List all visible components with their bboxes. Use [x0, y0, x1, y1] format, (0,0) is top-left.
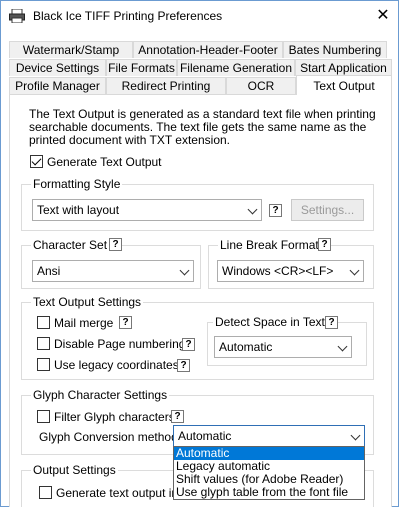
- preferences-window: Black Ice TIFF Printing Preferences ✕ Wa…: [0, 0, 399, 507]
- disable-page-numbering-checkbox[interactable]: [37, 337, 50, 350]
- legacy-coordinates-help-icon[interactable]: ?: [177, 359, 190, 372]
- filter-glyph-checkbox[interactable]: [37, 410, 50, 423]
- window-title: Black Ice TIFF Printing Preferences: [33, 9, 223, 23]
- generate-text-output-label: Generate Text Output: [47, 155, 162, 169]
- tab-bates-numbering[interactable]: Bates Numbering: [283, 41, 387, 58]
- formatting-style-value: Text with layout: [37, 203, 120, 217]
- disable-page-numbering-label: Disable Page numbering: [54, 337, 186, 351]
- mail-merge-label: Mail merge: [54, 316, 114, 330]
- tab-start-application[interactable]: Start Application: [295, 59, 392, 76]
- tab-file-formats[interactable]: File Formats: [106, 59, 177, 76]
- text-output-settings-title: Text Output Settings: [31, 295, 144, 309]
- character-set-select[interactable]: Ansi: [32, 260, 194, 282]
- chevron-down-icon: [179, 265, 190, 276]
- line-break-value: Windows <CR><LF>: [222, 264, 334, 278]
- glyph-conversion-value: Automatic: [178, 429, 232, 443]
- mail-merge-checkbox[interactable]: [37, 316, 50, 329]
- character-set-title: Character Set: [31, 238, 110, 252]
- chevron-down-icon: [349, 265, 360, 276]
- tab-annotation-header-footer[interactable]: Annotation-Header-Footer: [133, 41, 283, 58]
- formatting-style-select[interactable]: Text with layout: [32, 199, 262, 221]
- formatting-help-icon[interactable]: ?: [269, 204, 282, 217]
- detect-space-select[interactable]: Automatic: [214, 336, 352, 358]
- glyph-settings-title: Glyph Character Settings: [31, 388, 170, 402]
- glyph-conversion-dropdown: Automatic Legacy automatic Shift values …: [173, 446, 365, 500]
- line-break-title: Line Break Format: [218, 238, 321, 252]
- linebreak-help-icon[interactable]: ?: [318, 238, 331, 251]
- tab-device-settings[interactable]: Device Settings: [9, 59, 106, 76]
- title-bar: Black Ice TIFF Printing Preferences ✕: [1, 1, 398, 31]
- glyph-help-icon[interactable]: ?: [171, 410, 184, 423]
- legacy-coordinates-label: Use legacy coordinates: [54, 358, 179, 372]
- tab-ocr[interactable]: OCR: [226, 77, 296, 94]
- glyph-conversion-label: Glyph Conversion method:: [39, 430, 182, 444]
- tab-filename-generation[interactable]: Filename Generation: [177, 59, 295, 76]
- dropdown-option-glyph-table[interactable]: Use glyph table from the font file: [174, 486, 364, 499]
- filter-glyph-label: Filter Glyph characters: [54, 410, 175, 424]
- detect-space-title: Detect Space in Text: [213, 315, 327, 329]
- chevron-down-icon: [350, 430, 361, 441]
- tab-profile-manager[interactable]: Profile Manager: [9, 77, 106, 94]
- charset-help-icon[interactable]: ?: [109, 238, 122, 251]
- detect-space-help-icon[interactable]: ?: [325, 316, 338, 329]
- detect-space-value: Automatic: [219, 340, 273, 354]
- close-icon[interactable]: ✕: [368, 1, 398, 31]
- output-settings-title: Output Settings: [31, 463, 118, 477]
- chevron-down-icon: [247, 204, 258, 215]
- page-numbering-help-icon[interactable]: ?: [182, 338, 195, 351]
- formatting-style-title: Formatting Style: [31, 177, 123, 191]
- glyph-conversion-select[interactable]: Automatic: [173, 425, 365, 447]
- tab-watermark-stamp[interactable]: Watermark/Stamp: [9, 41, 133, 58]
- legacy-coordinates-checkbox[interactable]: [37, 358, 50, 371]
- settings-button[interactable]: Settings...: [291, 199, 364, 221]
- multi-output-checkbox[interactable]: [39, 486, 52, 499]
- line-break-select[interactable]: Windows <CR><LF>: [217, 260, 364, 282]
- tab-redirect-printing[interactable]: Redirect Printing: [106, 77, 226, 94]
- multi-output-label: Generate text output in m: [56, 486, 192, 500]
- chevron-down-icon: [337, 341, 348, 352]
- mail-merge-help-icon[interactable]: ?: [119, 316, 132, 329]
- generate-text-output-checkbox[interactable]: [30, 155, 43, 168]
- character-set-value: Ansi: [37, 264, 61, 278]
- tab-text-output[interactable]: Text Output: [296, 75, 392, 95]
- printer-app-icon: [9, 9, 25, 23]
- description-text: The Text Output is generated as a standa…: [29, 107, 376, 147]
